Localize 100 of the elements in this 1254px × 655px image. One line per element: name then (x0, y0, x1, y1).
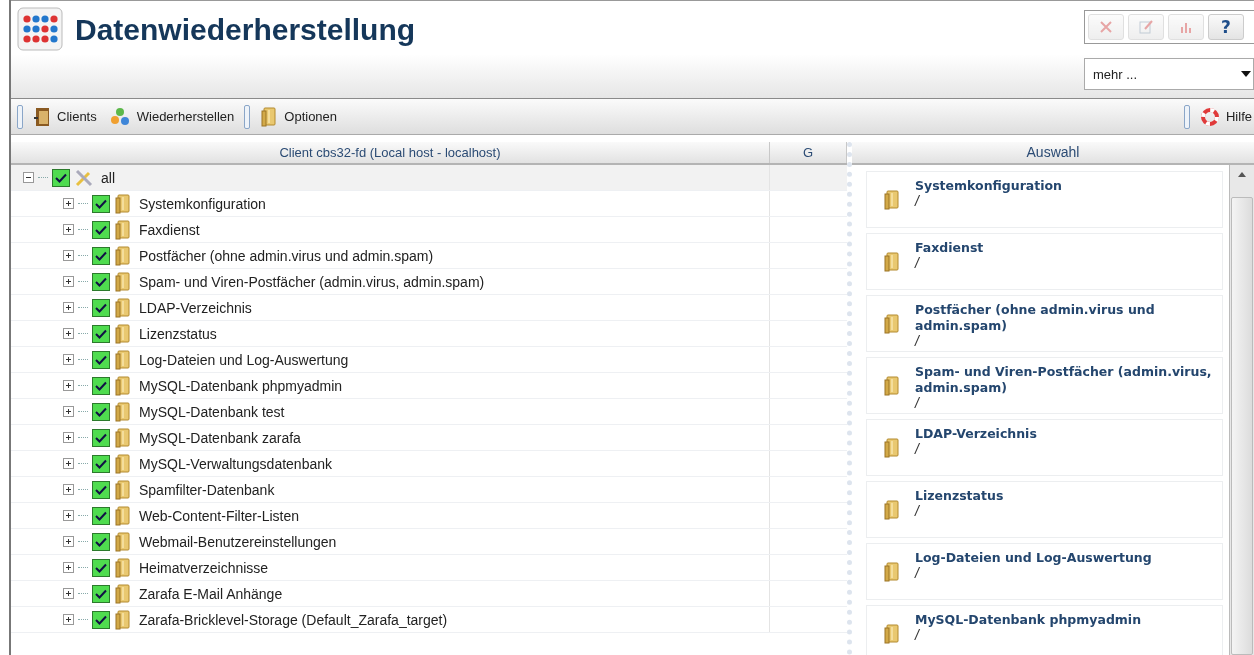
book-icon (883, 562, 901, 582)
tree-item-label[interactable]: Heimatverzeichnisse (139, 559, 269, 576)
tree-item-label[interactable]: Web-Content-Filter-Listen (139, 507, 300, 524)
checkbox[interactable] (92, 428, 110, 447)
minus-icon[interactable] (23, 172, 34, 183)
users-icon (108, 106, 131, 127)
tree-item-label[interactable]: Log-Dateien und Log-Auswertung (139, 351, 349, 368)
card-path: / (915, 256, 921, 270)
checkbox[interactable] (92, 324, 110, 343)
tree-item-label[interactable]: Spam- und Viren-Postfächer (admin.virus, admin.spam) (139, 273, 485, 290)
toolbar-button[interactable]: Optionen (258, 104, 340, 129)
pencil-icon (1138, 19, 1154, 35)
tree-item-label[interactable]: Postfächer (ohne admin.virus und admin.spam) (139, 247, 434, 264)
lifebuoy-icon (1200, 106, 1220, 127)
plus-icon[interactable] (63, 224, 74, 235)
plus-icon[interactable] (63, 432, 74, 443)
tree-item-label[interactable]: Faxdienst (139, 221, 200, 238)
selection-card[interactable]: Postfächer (ohne admin.virus und admin.spam) / (866, 295, 1223, 352)
plus-icon[interactable] (63, 354, 74, 365)
cross-icon (1098, 19, 1114, 35)
book-icon (114, 349, 132, 370)
caret-icon (1239, 69, 1253, 79)
checkbox[interactable] (92, 532, 110, 551)
toolbar-button[interactable]: Hilfe (1198, 104, 1254, 129)
selection-card[interactable]: MySQL-Datenbank phpmyadmin / (866, 605, 1223, 655)
book-icon (883, 624, 901, 644)
plus-icon[interactable] (63, 614, 74, 625)
selection-card[interactable]: Lizenzstatus / (866, 481, 1223, 538)
plus-icon[interactable] (63, 276, 74, 287)
book-icon (883, 500, 901, 520)
book-icon (114, 583, 132, 604)
plus-icon[interactable] (63, 406, 74, 417)
tree-item-label[interactable]: Zarafa-Bricklevel-Storage (Default_Zarafa_target) (139, 611, 448, 628)
tree-item-label[interactable]: Zarafa E-Mail Anhänge (139, 585, 283, 602)
book-icon (883, 252, 901, 272)
checkbox[interactable] (92, 558, 110, 577)
plus-icon[interactable] (63, 250, 74, 261)
tree-item-label[interactable]: Spamfilter-Datenbank (139, 481, 275, 498)
card-title: Lizenzstatus (915, 488, 1004, 504)
book-icon (114, 375, 132, 396)
plus-icon[interactable] (63, 510, 74, 521)
toolbar-grip (17, 104, 23, 129)
plus-icon[interactable] (63, 484, 74, 495)
tree-item-label[interactable]: MySQL-Datenbank test (139, 403, 285, 420)
card-title: Postfächer (ohne admin.virus und admin.spam) (915, 302, 1156, 334)
tree-item-label[interactable]: all (101, 169, 115, 186)
plus-icon[interactable] (63, 536, 74, 547)
checkbox[interactable] (92, 506, 110, 525)
more-dropdown[interactable]: mehr ... (1084, 58, 1254, 90)
checkbox[interactable] (92, 194, 110, 213)
checkbox[interactable] (92, 376, 110, 395)
checkbox[interactable] (92, 584, 110, 603)
checkbox[interactable] (92, 610, 110, 629)
checkbox[interactable] (92, 402, 110, 421)
checkbox[interactable] (92, 246, 110, 265)
help-button[interactable]: ? (1208, 14, 1244, 40)
toolbar-button[interactable]: Wiederherstellen (106, 104, 237, 129)
book-icon (114, 427, 132, 448)
book-icon (114, 219, 132, 240)
panel-header: Auswahl (852, 142, 1254, 165)
column-header[interactable]: G (770, 142, 847, 163)
selection-card[interactable]: LDAP-Verzeichnis / (866, 419, 1223, 476)
scrollbar[interactable] (1229, 165, 1254, 655)
tree-item-label[interactable]: Lizenzstatus (139, 325, 217, 342)
card-title: Systemkonfiguration (915, 178, 1062, 194)
checkbox[interactable] (92, 272, 110, 291)
plus-icon[interactable] (63, 302, 74, 313)
tree-item-label[interactable]: Webmail-Benutzereinstellungen (139, 533, 337, 550)
plus-icon[interactable] (63, 328, 74, 339)
card-title: MySQL-Datenbank phpmyadmin (915, 612, 1142, 628)
card-path: / (915, 628, 921, 642)
plus-icon[interactable] (63, 458, 74, 469)
card-title: Faxdienst (915, 240, 984, 256)
checkbox[interactable] (52, 168, 70, 187)
scroll-up-icon[interactable] (1237, 171, 1247, 179)
toolbar-button[interactable]: Clients (31, 104, 99, 129)
plus-icon[interactable] (63, 562, 74, 573)
checkbox[interactable] (92, 480, 110, 499)
selection-card[interactable]: Log-Dateien und Log-Auswertung / (866, 543, 1223, 600)
tree-item-label[interactable]: MySQL-Datenbank phpmyadmin (139, 377, 343, 394)
checkbox[interactable] (92, 298, 110, 317)
tree-item-label[interactable]: Systemkonfiguration (139, 195, 266, 212)
checkbox[interactable] (92, 454, 110, 473)
book-icon (883, 314, 901, 334)
tree-item-label[interactable]: MySQL-Datenbank zarafa (139, 429, 301, 446)
selection-card[interactable]: Spam- und Viren-Postfächer (admin.virus, admin.spam) / (866, 357, 1223, 414)
card-path: / (915, 194, 921, 208)
plus-icon[interactable] (63, 380, 74, 391)
plus-icon[interactable] (63, 588, 74, 599)
checkbox[interactable] (92, 350, 110, 369)
selection-card[interactable]: Systemkonfiguration / (866, 171, 1223, 228)
book-icon (114, 245, 132, 266)
plus-icon[interactable] (63, 198, 74, 209)
logo-icon (17, 7, 63, 51)
tree-item-label[interactable]: MySQL-Verwaltungsdatenbank (139, 455, 332, 472)
selection-card[interactable]: Faxdienst / (866, 233, 1223, 290)
checkbox[interactable] (92, 220, 110, 239)
column-header[interactable]: Client cbs32-fd (Local host - localhost) (11, 142, 770, 163)
tree-item-label[interactable]: LDAP-Verzeichnis (139, 299, 252, 316)
card-path: / (915, 396, 921, 410)
